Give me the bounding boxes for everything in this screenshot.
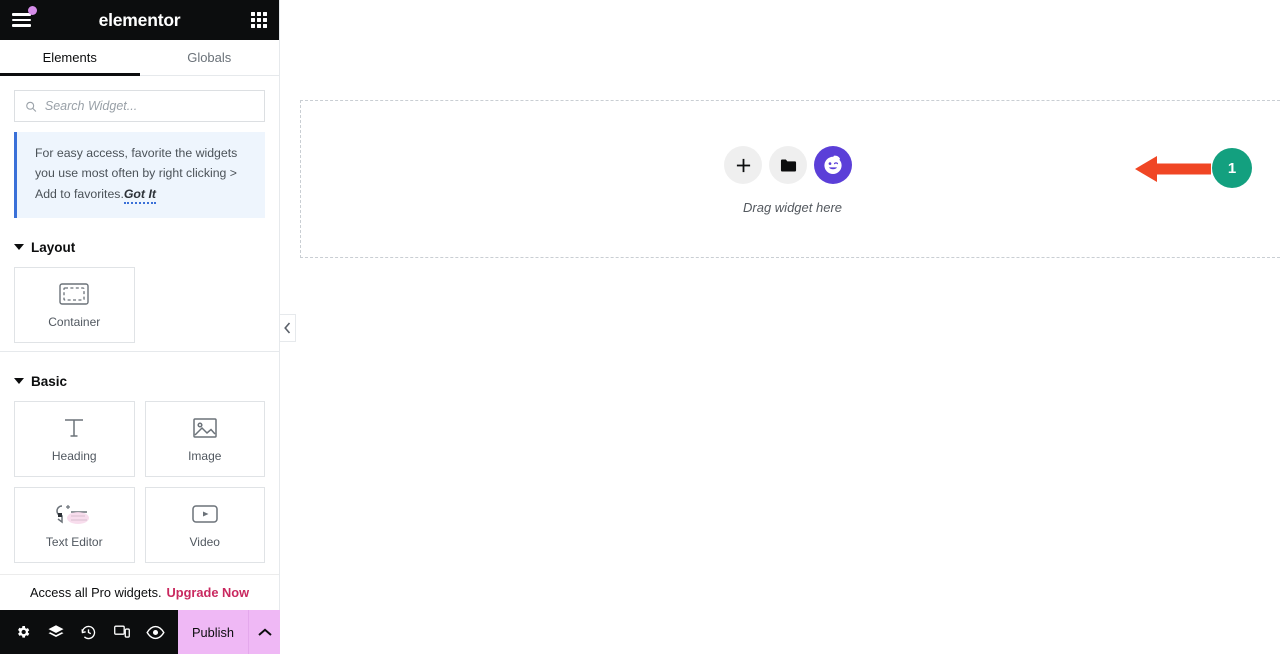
panel-collapse-button[interactable]	[280, 314, 296, 342]
menu-bar	[12, 24, 31, 27]
widget-label: Video	[189, 534, 220, 549]
search-widget-area	[0, 76, 279, 132]
annotation-step-badge: 1	[1212, 148, 1252, 188]
elementor-logo: elementor	[98, 9, 181, 30]
folder-icon	[780, 159, 796, 171]
widget-container[interactable]: Container	[14, 266, 135, 343]
panel-tabs: Elements Globals	[0, 40, 279, 76]
publish-options-button[interactable]	[248, 610, 280, 654]
search-box[interactable]	[14, 90, 265, 122]
search-icon	[26, 101, 37, 112]
ai-face-icon	[824, 155, 842, 174]
search-input[interactable]	[44, 99, 254, 113]
menu-bar	[12, 13, 31, 16]
widget-label: Heading	[51, 448, 97, 463]
widget-grid-layout: Container	[0, 266, 279, 343]
widget-label: Text Editor	[45, 534, 103, 549]
plus-icon	[736, 158, 750, 172]
got-it-link[interactable]: Got It	[123, 186, 156, 204]
panel-header: elementor	[0, 0, 279, 40]
annotation-arrow	[1135, 156, 1211, 182]
section-title-layout: Layout	[31, 239, 76, 255]
notice-text: For easy access, favorite the widgets yo…	[35, 143, 251, 204]
upgrade-now-link[interactable]: Upgrade Now	[167, 585, 249, 600]
widget-label: Image	[188, 448, 222, 463]
image-picture-icon	[192, 415, 218, 441]
chevron-down-icon	[14, 244, 24, 251]
widget-heading[interactable]: Heading	[14, 400, 135, 477]
canvas-action-buttons	[724, 146, 852, 184]
pro-upgrade-bar: Access all Pro widgets. Upgrade Now	[0, 574, 279, 610]
widget-image[interactable]: Image	[144, 400, 265, 477]
preview-eye-icon[interactable]	[142, 619, 168, 645]
add-element-button[interactable]	[724, 146, 762, 184]
chevron-left-icon	[284, 322, 291, 334]
history-clock-icon[interactable]	[76, 619, 102, 645]
panel-body: For easy access, favorite the widgets yo…	[0, 76, 279, 654]
bottom-bar-icons	[0, 619, 178, 645]
text-editor-icon	[54, 501, 94, 527]
widget-text-editor[interactable]: Text Editor	[14, 486, 135, 563]
chevron-down-icon	[14, 378, 24, 385]
responsive-devices-icon[interactable]	[109, 619, 135, 645]
settings-gear-icon[interactable]	[10, 619, 36, 645]
chevron-up-icon	[257, 627, 272, 636]
editor-panel: elementor Elements Globals Search Widget…	[0, 0, 296, 654]
container-icon	[59, 281, 89, 307]
widget-label: Container	[48, 314, 101, 329]
hamburger-menu-icon[interactable]	[12, 6, 38, 33]
panel-bottom-bar: Publish	[0, 610, 280, 654]
publish-button[interactable]: Publish	[178, 610, 248, 654]
pro-bar-text: Access all Pro widgets.	[29, 585, 162, 600]
favorites-notice-area: For easy access, favorite the widgets yo…	[0, 132, 279, 218]
video-play-icon	[190, 501, 220, 527]
tab-globals[interactable]: Globals	[140, 40, 280, 75]
ai-assistant-button[interactable]	[814, 146, 852, 184]
add-template-button[interactable]	[769, 146, 807, 184]
section-title-basic: Basic	[31, 373, 68, 389]
widget-grid-basic: Heading Image Text Editor Video	[0, 400, 279, 563]
editor-canvas[interactable]: Drag widget here 1	[280, 0, 1280, 654]
notification-dot	[28, 6, 37, 15]
widget-video[interactable]: Video	[144, 486, 265, 563]
apps-grid-icon[interactable]	[250, 11, 267, 29]
navigator-layers-icon[interactable]	[43, 619, 69, 645]
tab-elements[interactable]: Elements	[0, 40, 140, 76]
section-header-layout[interactable]: Layout	[0, 218, 279, 267]
elementor-editor: elementor Elements Globals Search Widget…	[0, 0, 1280, 654]
drop-hint-text: Drag widget here	[743, 200, 842, 215]
heading-text-icon	[61, 415, 87, 441]
section-header-basic[interactable]: Basic	[0, 352, 279, 401]
favorites-notice: For easy access, favorite the widgets yo…	[14, 132, 265, 218]
menu-bar	[12, 18, 31, 22]
